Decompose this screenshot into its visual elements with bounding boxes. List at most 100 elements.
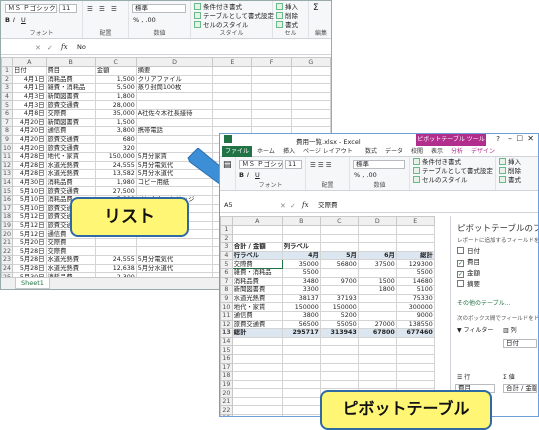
- field-checkbox[interactable]: ✓: [457, 271, 464, 278]
- insert-button[interactable]: 挿入: [276, 3, 298, 12]
- table-cell[interactable]: 3300: [281, 285, 321, 295]
- align-left-button[interactable]: ☰: [87, 5, 93, 14]
- table-cell[interactable]: 27000: [357, 319, 397, 330]
- delete-button[interactable]: 削除: [276, 12, 298, 21]
- table-cell[interactable]: 旅費交通費: [45, 186, 96, 196]
- table-cell[interactable]: 24,555: [94, 160, 137, 171]
- table-cell[interactable]: 313943: [319, 328, 359, 338]
- table-cell[interactable]: 3,800: [94, 126, 137, 136]
- row-header[interactable]: 12: [220, 319, 233, 330]
- table-cell[interactable]: 677460: [395, 328, 435, 338]
- values-area[interactable]: Σ 値: [503, 372, 515, 381]
- ribbon-tab[interactable]: 分析: [448, 146, 466, 157]
- row-header[interactable]: 21: [220, 396, 233, 407]
- row-header[interactable]: 22: [220, 405, 233, 416]
- table-cell[interactable]: 4月20日: [12, 134, 47, 145]
- table-cell[interactable]: 旅費交通費: [45, 143, 96, 153]
- table-cell[interactable]: [231, 336, 283, 347]
- table-cell[interactable]: 320: [94, 143, 137, 153]
- table-cell[interactable]: 138550: [395, 319, 435, 330]
- table-cell[interactable]: [281, 396, 321, 407]
- table-cell[interactable]: 150,000: [94, 151, 137, 162]
- table-cell[interactable]: [290, 91, 331, 102]
- row-header[interactable]: 23: [1, 255, 14, 265]
- row-header[interactable]: 13: [220, 328, 233, 338]
- table-cell[interactable]: [212, 91, 253, 102]
- table-cell[interactable]: 38137: [281, 293, 321, 304]
- column-header[interactable]: E: [212, 57, 253, 67]
- row-header[interactable]: 10: [1, 143, 14, 153]
- column-header[interactable]: B: [45, 57, 96, 67]
- table-cell[interactable]: [251, 83, 292, 93]
- table-cell[interactable]: 5月28日: [12, 246, 47, 257]
- table-cell[interactable]: 9700: [319, 276, 359, 287]
- column-header[interactable]: A: [231, 216, 283, 226]
- table-cell[interactable]: [231, 345, 283, 355]
- table-cell[interactable]: 消耗品費: [45, 74, 96, 85]
- table-cell[interactable]: 5月分水道代: [135, 263, 214, 274]
- table-cell[interactable]: 5,500: [94, 83, 137, 93]
- table-cell[interactable]: 1,500: [94, 74, 137, 85]
- table-cell[interactable]: [357, 293, 397, 304]
- table-cell[interactable]: 27,500: [94, 186, 137, 196]
- table-cell[interactable]: 新聞図書費: [45, 91, 96, 102]
- table-cell[interactable]: 75330: [395, 293, 435, 304]
- cell-style-button[interactable]: セルのスタイル: [413, 176, 468, 185]
- enter-icon[interactable]: ✓: [47, 44, 53, 52]
- table-cell[interactable]: [319, 336, 359, 347]
- table-cell[interactable]: 300000: [395, 302, 435, 312]
- table-cell[interactable]: 費目: [45, 66, 96, 76]
- table-format-button[interactable]: テーブルとして書式設定: [413, 167, 493, 176]
- table-cell[interactable]: 水道光熱費: [45, 160, 96, 171]
- table-cell[interactable]: [319, 345, 359, 355]
- table-cell[interactable]: [135, 246, 214, 257]
- table-cell[interactable]: 摘要: [135, 66, 214, 76]
- table-cell[interactable]: [212, 117, 253, 128]
- cancel-icon[interactable]: ✕: [280, 202, 286, 210]
- table-cell[interactable]: 交際費: [45, 246, 96, 257]
- table-cell[interactable]: 55050: [319, 319, 359, 330]
- paste-button[interactable]: ▤: [223, 161, 232, 170]
- table-cell[interactable]: [135, 237, 214, 248]
- row-header[interactable]: 9: [220, 293, 233, 304]
- row-header[interactable]: 17: [1, 203, 14, 214]
- table-cell[interactable]: [231, 233, 283, 244]
- table-cell[interactable]: 4月28日: [12, 160, 47, 171]
- table-cell[interactable]: 150000: [281, 302, 321, 312]
- table-cell[interactable]: 水道光熱費: [45, 255, 96, 265]
- table-cell[interactable]: [281, 233, 321, 244]
- table-cell[interactable]: [395, 362, 435, 373]
- table-cell[interactable]: 3480: [281, 276, 321, 287]
- font-name-select[interactable]: ＭＳ Ｐゴシック: [239, 160, 283, 169]
- table-cell[interactable]: 1500: [357, 276, 397, 287]
- row-header[interactable]: 5: [220, 259, 233, 269]
- table-cell[interactable]: 680: [94, 134, 137, 145]
- table-cell[interactable]: [395, 233, 435, 244]
- table-cell[interactable]: 雑費・消耗品: [45, 83, 96, 93]
- table-cell[interactable]: [212, 74, 253, 85]
- row-header[interactable]: 2: [220, 233, 233, 244]
- table-cell[interactable]: [357, 362, 397, 373]
- ribbon-tab[interactable]: 表示: [428, 146, 446, 157]
- table-cell[interactable]: 9000: [395, 310, 435, 321]
- table-cell[interactable]: [357, 225, 397, 235]
- number-format-select[interactable]: 標準: [132, 4, 186, 13]
- table-cell[interactable]: 4月20日: [12, 117, 47, 128]
- table-cell[interactable]: 旅費交通費: [45, 134, 96, 145]
- column-header[interactable]: B: [281, 216, 321, 226]
- table-cell[interactable]: [319, 362, 359, 373]
- table-cell[interactable]: [281, 336, 321, 347]
- table-cell[interactable]: 5100: [395, 285, 435, 295]
- table-cell[interactable]: 水道光熱費: [231, 293, 283, 304]
- minimize-icon[interactable]: –: [508, 134, 512, 143]
- row-header[interactable]: 4: [220, 250, 233, 261]
- table-cell[interactable]: 蒸り封筒100枚: [135, 83, 214, 93]
- row-header[interactable]: 21: [1, 237, 14, 248]
- table-cell[interactable]: [281, 345, 321, 355]
- table-cell[interactable]: 1,800: [94, 91, 137, 102]
- row-header[interactable]: 1: [1, 66, 14, 76]
- table-cell[interactable]: [135, 91, 214, 102]
- name-box[interactable]: A5: [222, 202, 246, 211]
- field-checkbox[interactable]: ✓: [457, 260, 464, 267]
- row-header[interactable]: 1: [220, 225, 233, 235]
